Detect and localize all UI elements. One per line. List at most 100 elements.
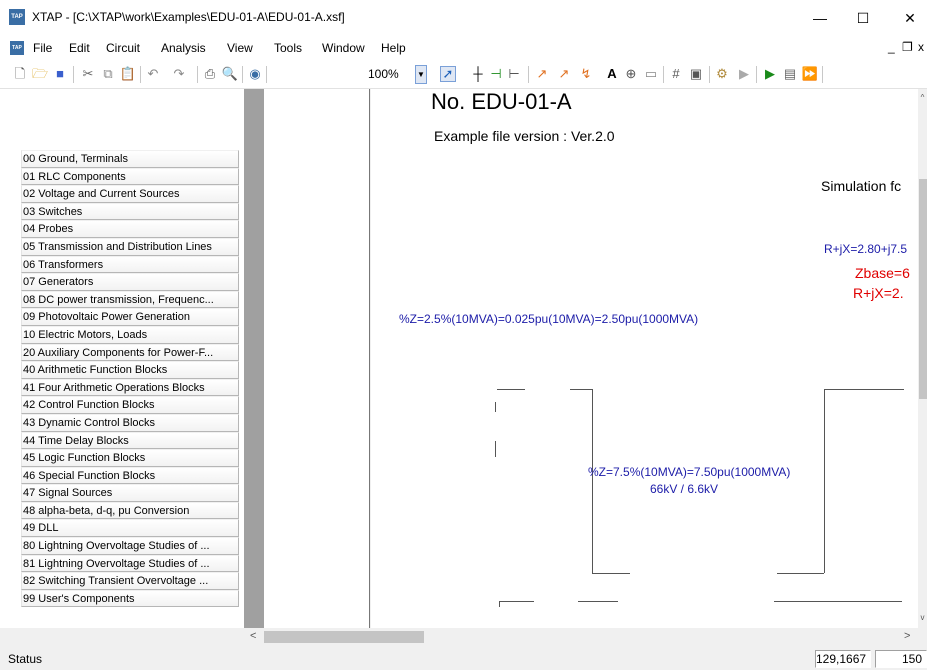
toolbar-separator	[73, 66, 74, 83]
component-category[interactable]: 43 Dynamic Control Blocks	[21, 413, 239, 432]
component-category[interactable]: 04 Probes	[21, 220, 239, 238]
line-impedance-label: %Z=2.5%(10MVA)=0.025pu(10MVA)=2.50pu(100…	[399, 312, 699, 326]
component-category[interactable]: 03 Switches	[21, 202, 239, 221]
scroll-right-icon[interactable]: >	[904, 630, 910, 642]
settings-icon[interactable]: ⚙	[714, 66, 730, 82]
menu-circuit[interactable]: Circuit	[106, 41, 140, 55]
horizontal-scrollbar[interactable]: < >	[244, 628, 927, 646]
export-icon[interactable]: ▶	[762, 66, 778, 82]
drawing-canvas[interactable]: No. EDU-01-A Example file version : Ver.…	[371, 89, 918, 628]
new-file-icon[interactable]: 🗋	[12, 66, 28, 82]
component-category[interactable]: 07 Generators	[21, 273, 239, 291]
toolbar-separator	[709, 66, 710, 83]
wire	[497, 389, 525, 390]
component-category[interactable]: 40 Arithmetic Function Blocks	[21, 361, 239, 379]
toolbar-separator	[756, 66, 757, 83]
transformer-lead	[592, 389, 593, 573]
toolbar-separator	[266, 66, 267, 83]
menu-edit[interactable]: Edit	[69, 41, 90, 55]
impedance-pu-label: R+jX=2.	[853, 285, 904, 301]
text-icon[interactable]: A	[604, 66, 620, 82]
menu-window[interactable]: Window	[322, 41, 365, 55]
wire-icon[interactable]: ┼	[470, 66, 486, 82]
copy-icon[interactable]: ⧉	[100, 66, 116, 82]
component-category[interactable]: 06 Transformers	[21, 255, 239, 274]
component-category[interactable]: 82 Switching Transient Overvoltage ...	[21, 572, 239, 590]
component-category[interactable]: 42 Control Function Blocks	[21, 396, 239, 414]
menu-view[interactable]: View	[227, 41, 253, 55]
component-category[interactable]: 05 Transmission and Distribution Lines	[21, 237, 239, 256]
component-category[interactable]: 45 Logic Function Blocks	[21, 449, 239, 467]
save-icon[interactable]: ■	[52, 66, 68, 82]
component-category[interactable]: 01 RLC Components	[21, 167, 239, 186]
component-category[interactable]: 80 Lightning Overvoltage Studies of ...	[21, 537, 239, 555]
component-category[interactable]: 99 User's Components	[21, 589, 239, 608]
doc-restore-button[interactable]: ❐	[902, 40, 913, 54]
wire	[824, 389, 904, 390]
component-category[interactable]: 02 Voltage and Current Sources	[21, 185, 239, 203]
scroll-left-icon[interactable]: <	[250, 630, 256, 642]
vertical-scrollbar[interactable]: ^ v	[918, 89, 927, 628]
print-preview-icon[interactable]: 🔍	[222, 66, 238, 82]
panel-splitter[interactable]	[244, 89, 264, 628]
component-category[interactable]: 81 Lightning Overvoltage Studies of ...	[21, 554, 239, 573]
component-category[interactable]: 20 Auxiliary Components for Power-F...	[21, 343, 239, 362]
document-icon[interactable]: TAP	[10, 41, 24, 55]
zoom-select[interactable]: 100%	[365, 65, 413, 84]
node-icon[interactable]: ⊢	[506, 66, 522, 82]
undo-icon[interactable]: ↶	[145, 66, 161, 82]
simulation-label: Simulation fc	[821, 178, 902, 194]
frame-icon[interactable]: ▭	[643, 66, 659, 82]
component-category[interactable]: 44 Time Delay Blocks	[21, 431, 239, 450]
component-category[interactable]: 00 Ground, Terminals	[21, 150, 239, 168]
scroll-down-icon[interactable]: v	[918, 613, 927, 622]
probe-icon[interactable]: ↗	[534, 66, 550, 82]
component-category[interactable]: 46 Special Function Blocks	[21, 466, 239, 485]
wire	[578, 601, 618, 602]
grid-icon[interactable]: #	[668, 66, 684, 82]
doc-close-button[interactable]: x	[918, 40, 924, 54]
menu-analysis[interactable]: Analysis	[161, 41, 206, 55]
properties-icon[interactable]: ▣	[688, 66, 704, 82]
component-list: 00 Ground, Terminals 01 RLC Components 0…	[21, 150, 239, 608]
globe-icon[interactable]: ◉	[247, 66, 263, 82]
component-icon[interactable]: ⊣	[488, 66, 504, 82]
menu-tools[interactable]: Tools	[274, 41, 302, 55]
wire	[500, 601, 534, 602]
scroll-up-icon[interactable]: ^	[918, 93, 927, 102]
maximize-button[interactable]: ☐	[843, 5, 883, 31]
horizontal-scroll-thumb[interactable]	[264, 631, 424, 643]
zoom-dropdown-button[interactable]: ▼	[415, 65, 427, 84]
cut-icon[interactable]: ✂	[80, 66, 96, 82]
print-icon[interactable]: ⎙	[202, 66, 218, 82]
pointer-icon[interactable]: ➚	[440, 66, 456, 82]
impedance-label: R+jX=2.80+j7.5	[824, 242, 908, 256]
paste-icon[interactable]: 📋	[120, 66, 136, 82]
component-category[interactable]: 41 Four Arithmetic Operations Blocks	[21, 378, 239, 397]
component-category[interactable]: 09 Photovoltaic Power Generation	[21, 308, 239, 326]
transformer-lead	[824, 389, 825, 573]
run-icon[interactable]: ▶	[736, 66, 752, 82]
document-title: No. EDU-01-A	[431, 89, 572, 114]
app-icon: TAP	[9, 9, 25, 25]
vertical-scroll-thumb[interactable]	[919, 179, 927, 399]
component-category[interactable]: 48 alpha-beta, d-q, pu Conversion	[21, 501, 239, 520]
zoom-icon[interactable]: ⊕	[623, 66, 639, 82]
menu-help[interactable]: Help	[381, 41, 406, 55]
wire	[495, 402, 496, 412]
minimize-button[interactable]: —	[800, 5, 840, 31]
doc-minimize-button[interactable]: _	[888, 40, 895, 54]
close-button[interactable]: ✕	[890, 5, 927, 31]
forward-icon[interactable]: ⏩	[802, 66, 818, 82]
junction-icon[interactable]: ↯	[578, 66, 594, 82]
component-category[interactable]: 47 Signal Sources	[21, 484, 239, 502]
component-category[interactable]: 08 DC power transmission, Frequenc...	[21, 290, 239, 309]
component-category[interactable]: 10 Electric Motors, Loads	[21, 325, 239, 344]
component-category[interactable]: 49 DLL	[21, 519, 239, 538]
open-folder-icon[interactable]: 🗁	[32, 66, 48, 82]
toolbar-separator	[528, 66, 529, 83]
redo-icon[interactable]: ↷	[171, 66, 187, 82]
menu-file[interactable]: File	[33, 41, 52, 55]
table-icon[interactable]: ▤	[782, 66, 798, 82]
arrow-icon[interactable]: ↗	[556, 66, 572, 82]
